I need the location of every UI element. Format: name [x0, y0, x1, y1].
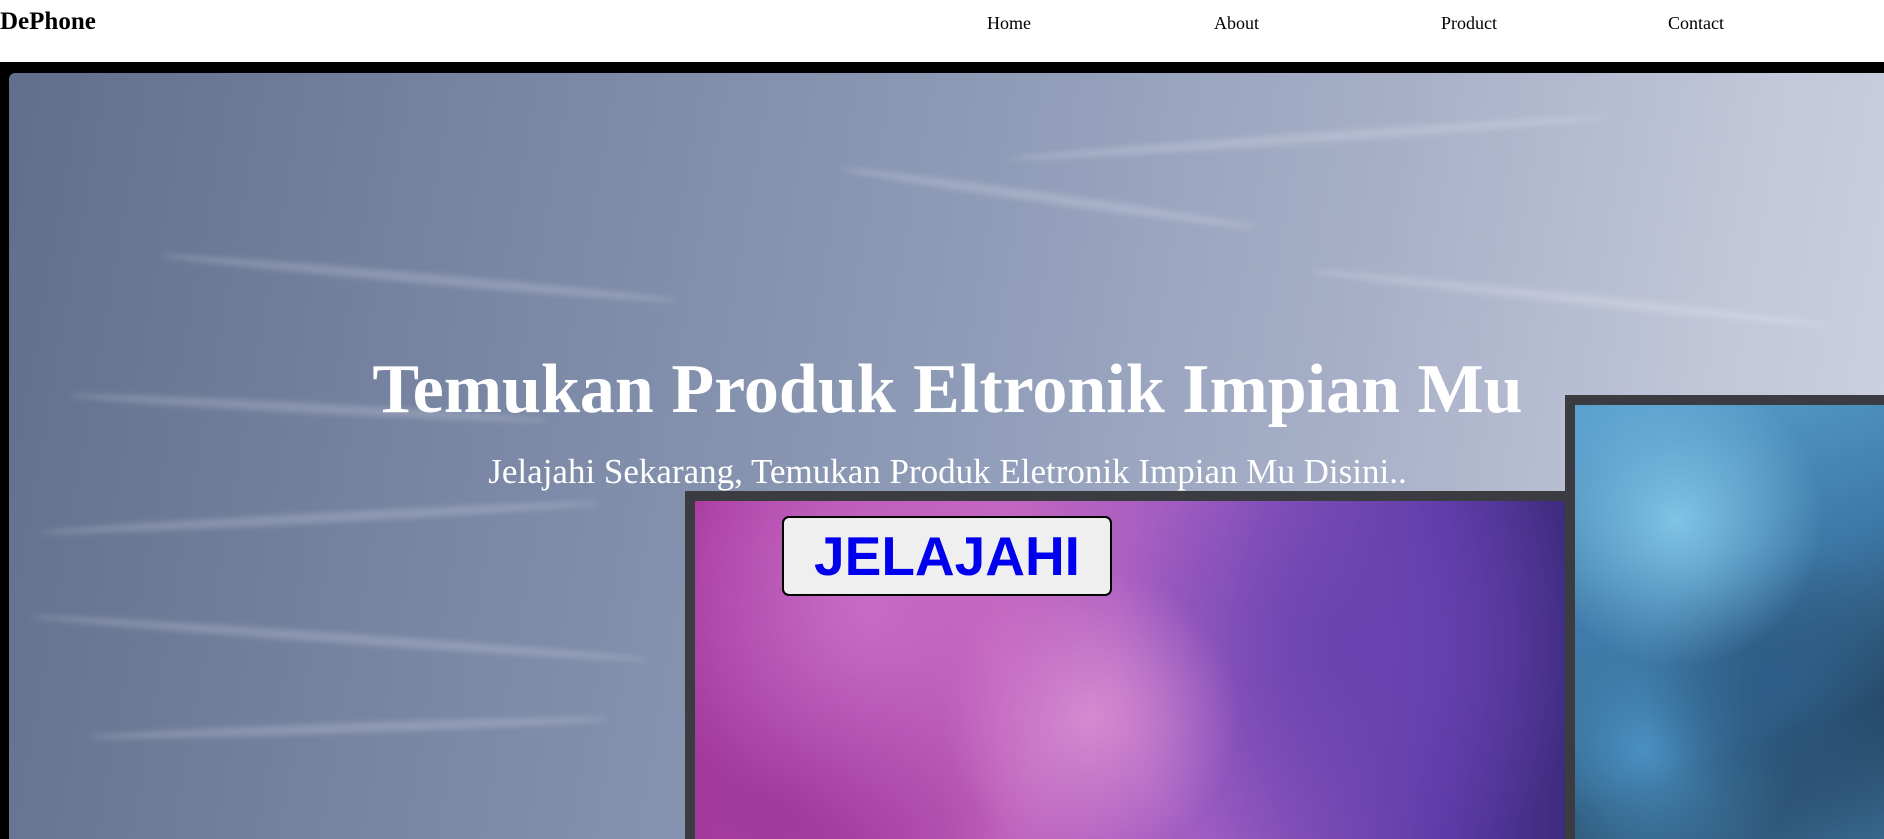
explore-button[interactable]: JELAJAHI: [782, 516, 1112, 596]
hero-title: Temukan Produk Eltronik Impian Mu: [372, 351, 1523, 428]
nav-link-contact[interactable]: Contact: [1668, 13, 1724, 34]
nav-link-product[interactable]: Product: [1441, 13, 1497, 34]
top-navbar: DePhone Home About Product Contact: [0, 0, 1884, 62]
hero-subtitle: Jelajahi Sekarang, Temukan Produk Eletro…: [488, 452, 1407, 491]
nav-link-about[interactable]: About: [1214, 13, 1259, 34]
brand-logo[interactable]: DePhone: [0, 8, 96, 36]
nav-link-home[interactable]: Home: [987, 13, 1031, 34]
